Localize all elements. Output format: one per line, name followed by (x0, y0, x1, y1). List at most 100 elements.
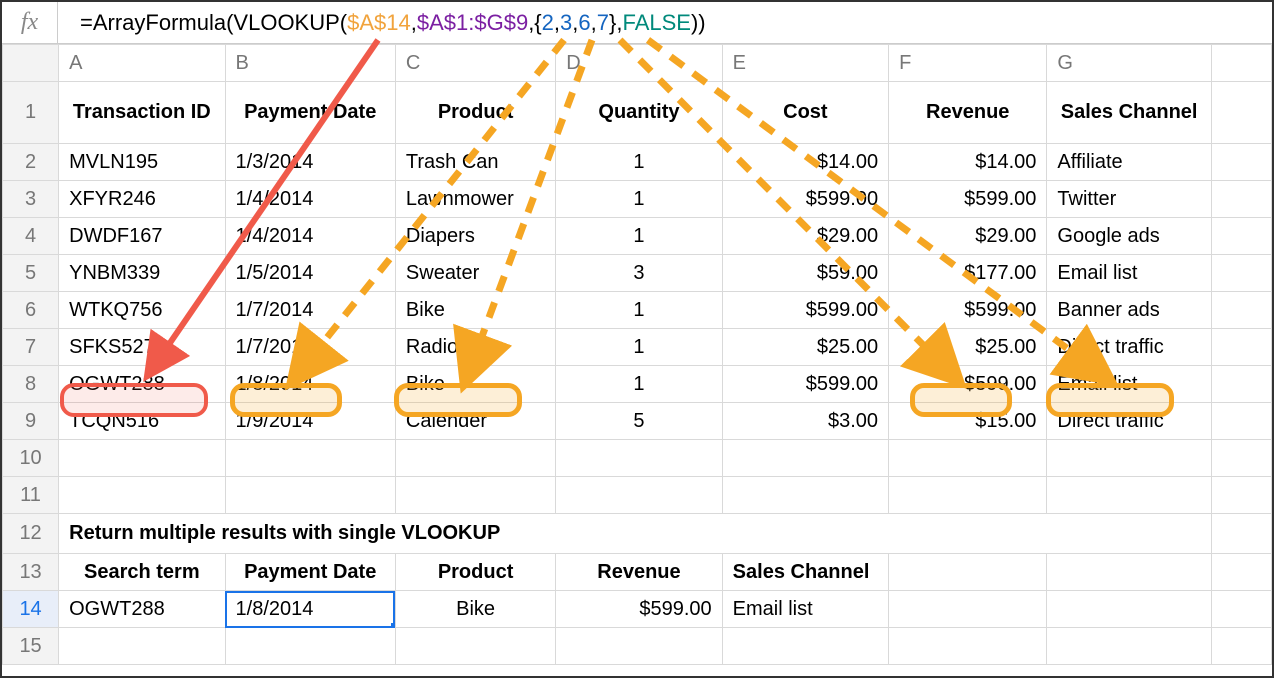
cell[interactable]: $599.00 (889, 292, 1047, 329)
cell[interactable]: Email list (1047, 255, 1211, 292)
cell[interactable]: $3.00 (722, 403, 888, 440)
cell-G8[interactable]: Email list (1047, 366, 1211, 403)
cell[interactable] (889, 628, 1047, 665)
cell-blank[interactable] (1211, 403, 1271, 440)
cell[interactable]: $25.00 (722, 329, 888, 366)
row-header-6[interactable]: 6 (3, 292, 59, 329)
cell-blank[interactable] (1211, 82, 1271, 144)
cell[interactable] (1047, 628, 1211, 665)
cell[interactable]: Product (395, 554, 555, 591)
cell[interactable]: DWDF167 (59, 218, 225, 255)
col-header-blank[interactable] (1211, 45, 1271, 82)
cell[interactable]: Direct traffic (1047, 329, 1211, 366)
row-header-3[interactable]: 3 (3, 181, 59, 218)
cell[interactable]: 1 (556, 144, 722, 181)
col-header-C[interactable]: C (395, 45, 555, 82)
col-header-A[interactable]: A (59, 45, 225, 82)
cell-D1[interactable]: Quantity (556, 82, 722, 144)
cell[interactable] (59, 477, 225, 514)
row-header-12[interactable]: 12 (3, 514, 59, 554)
cell[interactable] (59, 628, 225, 665)
cell[interactable] (225, 628, 395, 665)
cell-E14[interactable]: Email list (722, 591, 888, 628)
cell[interactable] (1047, 554, 1211, 591)
cell[interactable]: Twitter (1047, 181, 1211, 218)
cell[interactable]: 1/3/2014 (225, 144, 395, 181)
cell[interactable] (1211, 514, 1271, 554)
cell[interactable]: 1/5/2014 (225, 255, 395, 292)
cell[interactable]: MVLN195 (59, 144, 225, 181)
cell[interactable]: 5 (556, 403, 722, 440)
cell[interactable]: $14.00 (889, 144, 1047, 181)
cell-B8[interactable]: 1/8/2014 (225, 366, 395, 403)
cell[interactable]: Revenue (556, 554, 722, 591)
cell[interactable] (1047, 477, 1211, 514)
cell[interactable]: Sweater (395, 255, 555, 292)
cell[interactable] (395, 477, 555, 514)
cell-blank[interactable] (1211, 366, 1271, 403)
cell[interactable]: Trash Can (395, 144, 555, 181)
cell[interactable]: $15.00 (889, 403, 1047, 440)
cell-C14[interactable]: Bike (395, 591, 555, 628)
cell[interactable]: $14.00 (722, 144, 888, 181)
cell[interactable]: 1/9/2014 (225, 403, 395, 440)
cell-A8[interactable]: OGWT288 (59, 366, 225, 403)
cell[interactable]: 1 (556, 292, 722, 329)
row-header-2[interactable]: 2 (3, 144, 59, 181)
row-header-5[interactable]: 5 (3, 255, 59, 292)
cell[interactable]: 1/4/2014 (225, 181, 395, 218)
cell[interactable]: $29.00 (889, 218, 1047, 255)
cell[interactable] (722, 477, 888, 514)
section-title[interactable]: Return multiple results with single VLOO… (59, 514, 1212, 554)
row-header-14[interactable]: 14 (3, 591, 59, 628)
row-header-10[interactable]: 10 (3, 440, 59, 477)
row-header-7[interactable]: 7 (3, 329, 59, 366)
cell[interactable]: $177.00 (889, 255, 1047, 292)
cell[interactable]: Affiliate (1047, 144, 1211, 181)
cell[interactable] (889, 554, 1047, 591)
cell[interactable] (889, 591, 1047, 628)
cell[interactable]: $25.00 (889, 329, 1047, 366)
cell[interactable]: XFYR246 (59, 181, 225, 218)
cell[interactable]: SFKS527 (59, 329, 225, 366)
cell[interactable] (722, 628, 888, 665)
cell[interactable] (59, 440, 225, 477)
row-header-15[interactable]: 15 (3, 628, 59, 665)
cell[interactable] (395, 440, 555, 477)
cell[interactable]: Bike (395, 292, 555, 329)
cell-E8[interactable]: $599.00 (722, 366, 888, 403)
formula-input[interactable]: =ArrayFormula(VLOOKUP( $A$14 , $A$1:$G$9… (58, 2, 1272, 44)
cell-D14[interactable]: $599.00 (556, 591, 722, 628)
cell[interactable]: Banner ads (1047, 292, 1211, 329)
cell[interactable] (889, 477, 1047, 514)
cell[interactable]: TCQN516 (59, 403, 225, 440)
row-header-1[interactable]: 1 (3, 82, 59, 144)
cell[interactable] (1211, 554, 1271, 591)
col-header-E[interactable]: E (722, 45, 888, 82)
cell[interactable]: 1 (556, 218, 722, 255)
cell[interactable]: WTKQ756 (59, 292, 225, 329)
cell[interactable]: Sales Channel (722, 554, 888, 591)
cell-blank[interactable] (1211, 255, 1271, 292)
col-header-B[interactable]: B (225, 45, 395, 82)
cell[interactable] (225, 477, 395, 514)
cell[interactable] (556, 440, 722, 477)
cell-B1[interactable]: Payment Date (225, 82, 395, 144)
cell[interactable]: $599.00 (722, 292, 888, 329)
cell[interactable] (395, 628, 555, 665)
cell-F8[interactable]: $599.00 (889, 366, 1047, 403)
cell-blank[interactable] (1211, 292, 1271, 329)
cell-D8[interactable]: 1 (556, 366, 722, 403)
cell[interactable] (1211, 628, 1271, 665)
cell[interactable]: $29.00 (722, 218, 888, 255)
cell-blank[interactable] (1211, 181, 1271, 218)
cell[interactable] (1047, 440, 1211, 477)
cell-C1[interactable]: Product (395, 82, 555, 144)
cell[interactable]: $599.00 (722, 181, 888, 218)
cell[interactable] (1047, 591, 1211, 628)
cell-C8[interactable]: Bike (395, 366, 555, 403)
cell[interactable] (1211, 440, 1271, 477)
cell[interactable]: 3 (556, 255, 722, 292)
row-header-11[interactable]: 11 (3, 477, 59, 514)
cell[interactable]: Direct traffic (1047, 403, 1211, 440)
